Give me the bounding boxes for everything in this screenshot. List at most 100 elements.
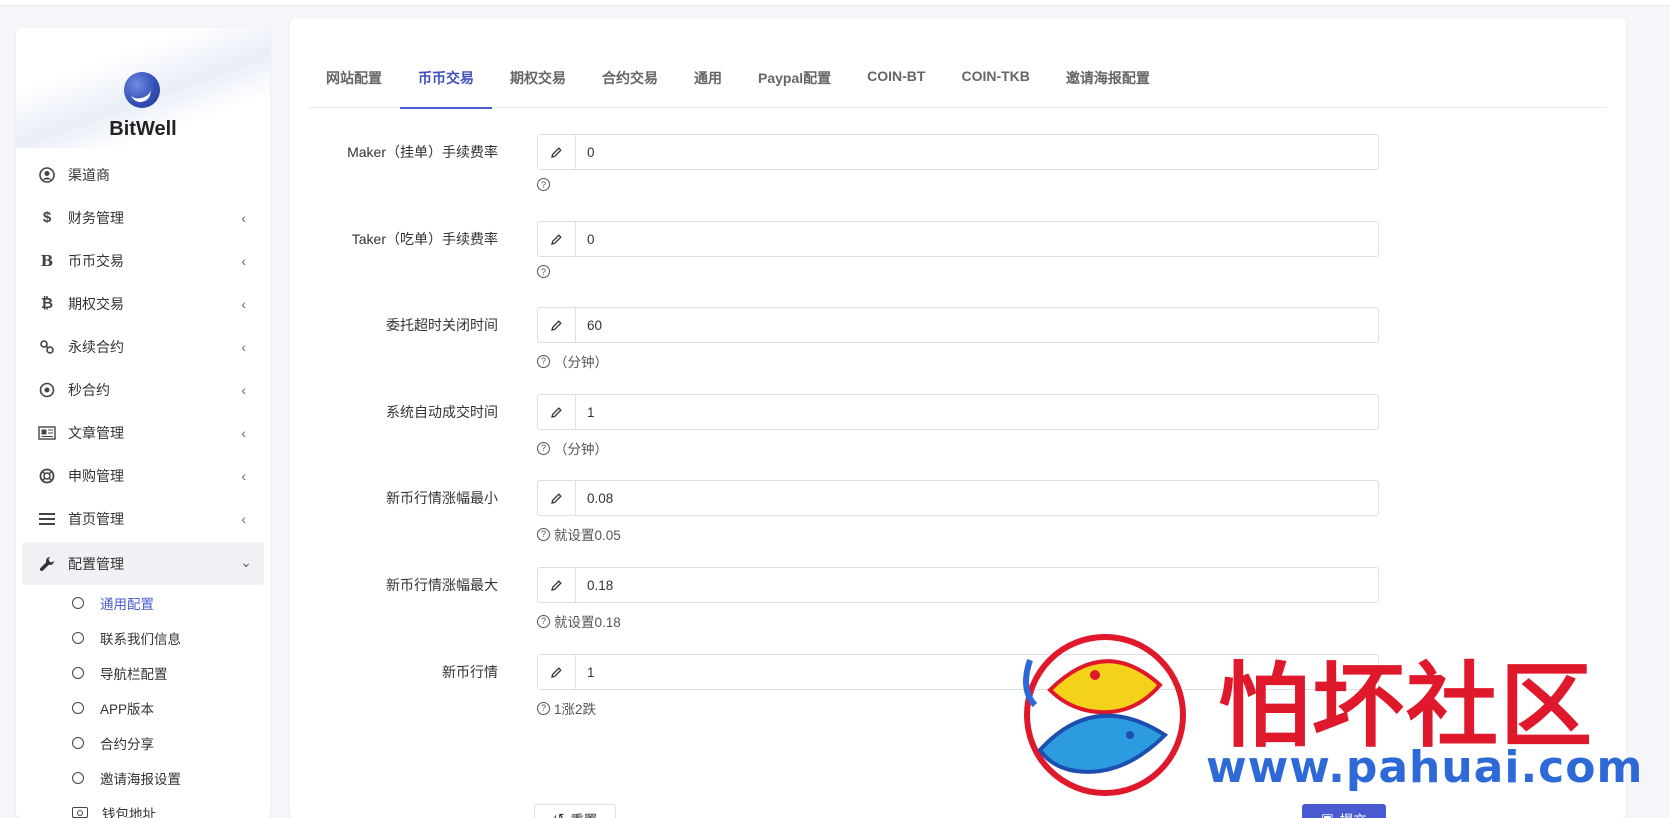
target-icon [36,382,58,398]
field-help: ? （分钟） [537,438,608,458]
tab-invite-poster-config[interactable]: 邀请海报配置 [1048,42,1168,108]
field-label: Maker（挂单）手续费率 [347,144,498,160]
new-coin-max-rise-input-group [537,567,1379,603]
help-text: 1涨2跌 [554,702,597,717]
field-label: 新币行情涨幅最大 [386,577,498,593]
maker-fee-input[interactable] [576,135,1378,169]
subnav-item-label: 通用配置 [100,596,154,612]
subnav-item-invite-poster[interactable]: 邀请海报设置 [16,760,270,795]
field-label: 系统自动成交时间 [386,404,498,420]
circle-icon [72,596,84,609]
subnav-item-app-version[interactable]: APP版本 [16,690,270,725]
watermark-url: www.pahuai.com [1206,742,1644,793]
chevron-left-icon: ‹ [241,425,246,441]
taker-fee-input[interactable] [576,222,1378,256]
pencil-icon [538,222,576,256]
order-timeout-input[interactable] [576,308,1378,342]
subnav-item-wallet-address[interactable]: 钱包地址 [16,795,270,818]
question-circle-icon: ? [537,178,550,191]
field-help: ? 就设置0.05 [537,524,621,544]
brand-logo[interactable] [124,72,160,108]
submit-button[interactable]: ▣ 提交 [1302,804,1386,818]
subnav-item-label: 导航栏配置 [100,666,168,682]
question-circle-icon: ? [537,354,550,368]
list-icon [36,512,58,526]
sidebar: BitWell 渠道商 $ 财务管理 ‹ B 币币交易 ‹ ₿ 期权交易 ‹ 永… [16,28,270,818]
chevron-down-icon: ⌄ [240,554,252,570]
fish-logo-icon [1023,634,1186,796]
help-text: 就设置0.18 [554,615,621,630]
new-coin-min-rise-input[interactable] [576,481,1378,515]
sidebar-nav: 渠道商 $ 财务管理 ‹ B 币币交易 ‹ ₿ 期权交易 ‹ 永续合约 ‹ 秒合… [16,153,270,818]
b-letter-icon: B [40,251,54,270]
chevron-left-icon: ‹ [241,468,246,484]
circle-icon [72,771,84,784]
sidebar-item-perpetual[interactable]: 永续合约 ‹ [16,325,270,368]
save-icon: ▣ [1321,811,1334,818]
help-text: （分钟） [554,442,608,457]
question-circle-icon: ? [537,701,550,715]
sidebar-item-label: 财务管理 [68,209,124,226]
auto-fill-input-group [537,394,1379,430]
subnav-item-label: 钱包地址 [102,806,156,818]
sidebar-item-label: 期权交易 [68,295,124,312]
subnav-item-navbar-config[interactable]: 导航栏配置 [16,655,270,690]
subnav-item-label: 联系我们信息 [100,631,181,647]
submit-button-label: 提交 [1340,809,1367,818]
field-help: ? 就设置0.18 [537,611,621,631]
field-label: 委托超时关闭时间 [386,317,498,333]
bitcoin-icon: ₿ [40,295,54,312]
field-help: ? 1涨2跌 [537,698,596,718]
sidebar-item-config[interactable]: 配置管理 ⌄ [22,542,264,585]
newspaper-icon [36,425,58,440]
pencil-icon [538,568,576,602]
sidebar-item-label: 秒合约 [68,381,110,398]
tab-coin-bt[interactable]: COIN-BT [849,42,943,108]
subnav-item-contract-share[interactable]: 合约分享 [16,725,270,760]
tab-paypal-config[interactable]: Paypal配置 [740,42,849,108]
sidebar-item-label: 渠道商 [68,166,110,183]
new-coin-max-rise-input[interactable] [576,568,1378,602]
chevron-left-icon: ‹ [241,511,246,527]
tab-coin-tkb[interactable]: COIN-TKB [943,42,1047,108]
sidebar-item-second-contract[interactable]: 秒合约 ‹ [16,368,270,411]
sidebar-header: BitWell [16,28,270,148]
circle-icon [72,736,84,749]
top-bar [0,0,1670,6]
sidebar-item-homepage[interactable]: 首页管理 ‹ [16,497,270,540]
pencil-icon [538,308,576,342]
sidebar-item-spot[interactable]: B 币币交易 ‹ [16,239,270,282]
subnav-item-general-config[interactable]: 通用配置 [16,585,270,620]
order-timeout-input-group [537,307,1379,343]
auto-fill-input[interactable] [576,395,1378,429]
sidebar-item-subscription[interactable]: 申购管理 ‹ [16,454,270,497]
sidebar-item-label: 文章管理 [68,424,124,441]
chevron-left-icon: ‹ [241,296,246,312]
reset-button[interactable]: ↺ 重置 [534,804,617,818]
question-circle-icon: ? [537,527,550,541]
subnav-item-contact[interactable]: 联系我们信息 [16,620,270,655]
sidebar-item-articles[interactable]: 文章管理 ‹ [16,411,270,454]
new-coin-min-rise-input-group [537,480,1379,516]
tab-spot-trading[interactable]: 币币交易 [400,42,492,109]
dollar-icon: $ [42,209,52,226]
circle-icon [72,701,84,714]
tab-contract-trading[interactable]: 合约交易 [584,42,676,108]
pencil-icon [538,395,576,429]
chevron-left-icon: ‹ [241,253,246,269]
pencil-icon [538,135,576,169]
sidebar-item-channel[interactable]: 渠道商 [16,153,270,196]
sidebar-item-label: 永续合约 [68,338,124,355]
reset-button-label: 重置 [570,809,597,818]
sidebar-item-finance[interactable]: $ 财务管理 ‹ [16,196,270,239]
config-tabs: 网站配置 币币交易 期权交易 合约交易 通用 Paypal配置 COIN-BT … [308,42,1606,109]
undo-icon: ↺ [553,811,564,818]
help-text: （分钟） [554,355,608,370]
tab-website-config[interactable]: 网站配置 [308,42,400,108]
subnav-item-label: 邀请海报设置 [100,771,181,787]
tab-options-trading[interactable]: 期权交易 [492,42,584,108]
tab-general[interactable]: 通用 [676,42,740,108]
sidebar-item-options[interactable]: ₿ 期权交易 ‹ [16,282,270,325]
chevron-left-icon: ‹ [241,382,246,398]
field-label: Taker（吃单）手续费率 [351,231,498,247]
